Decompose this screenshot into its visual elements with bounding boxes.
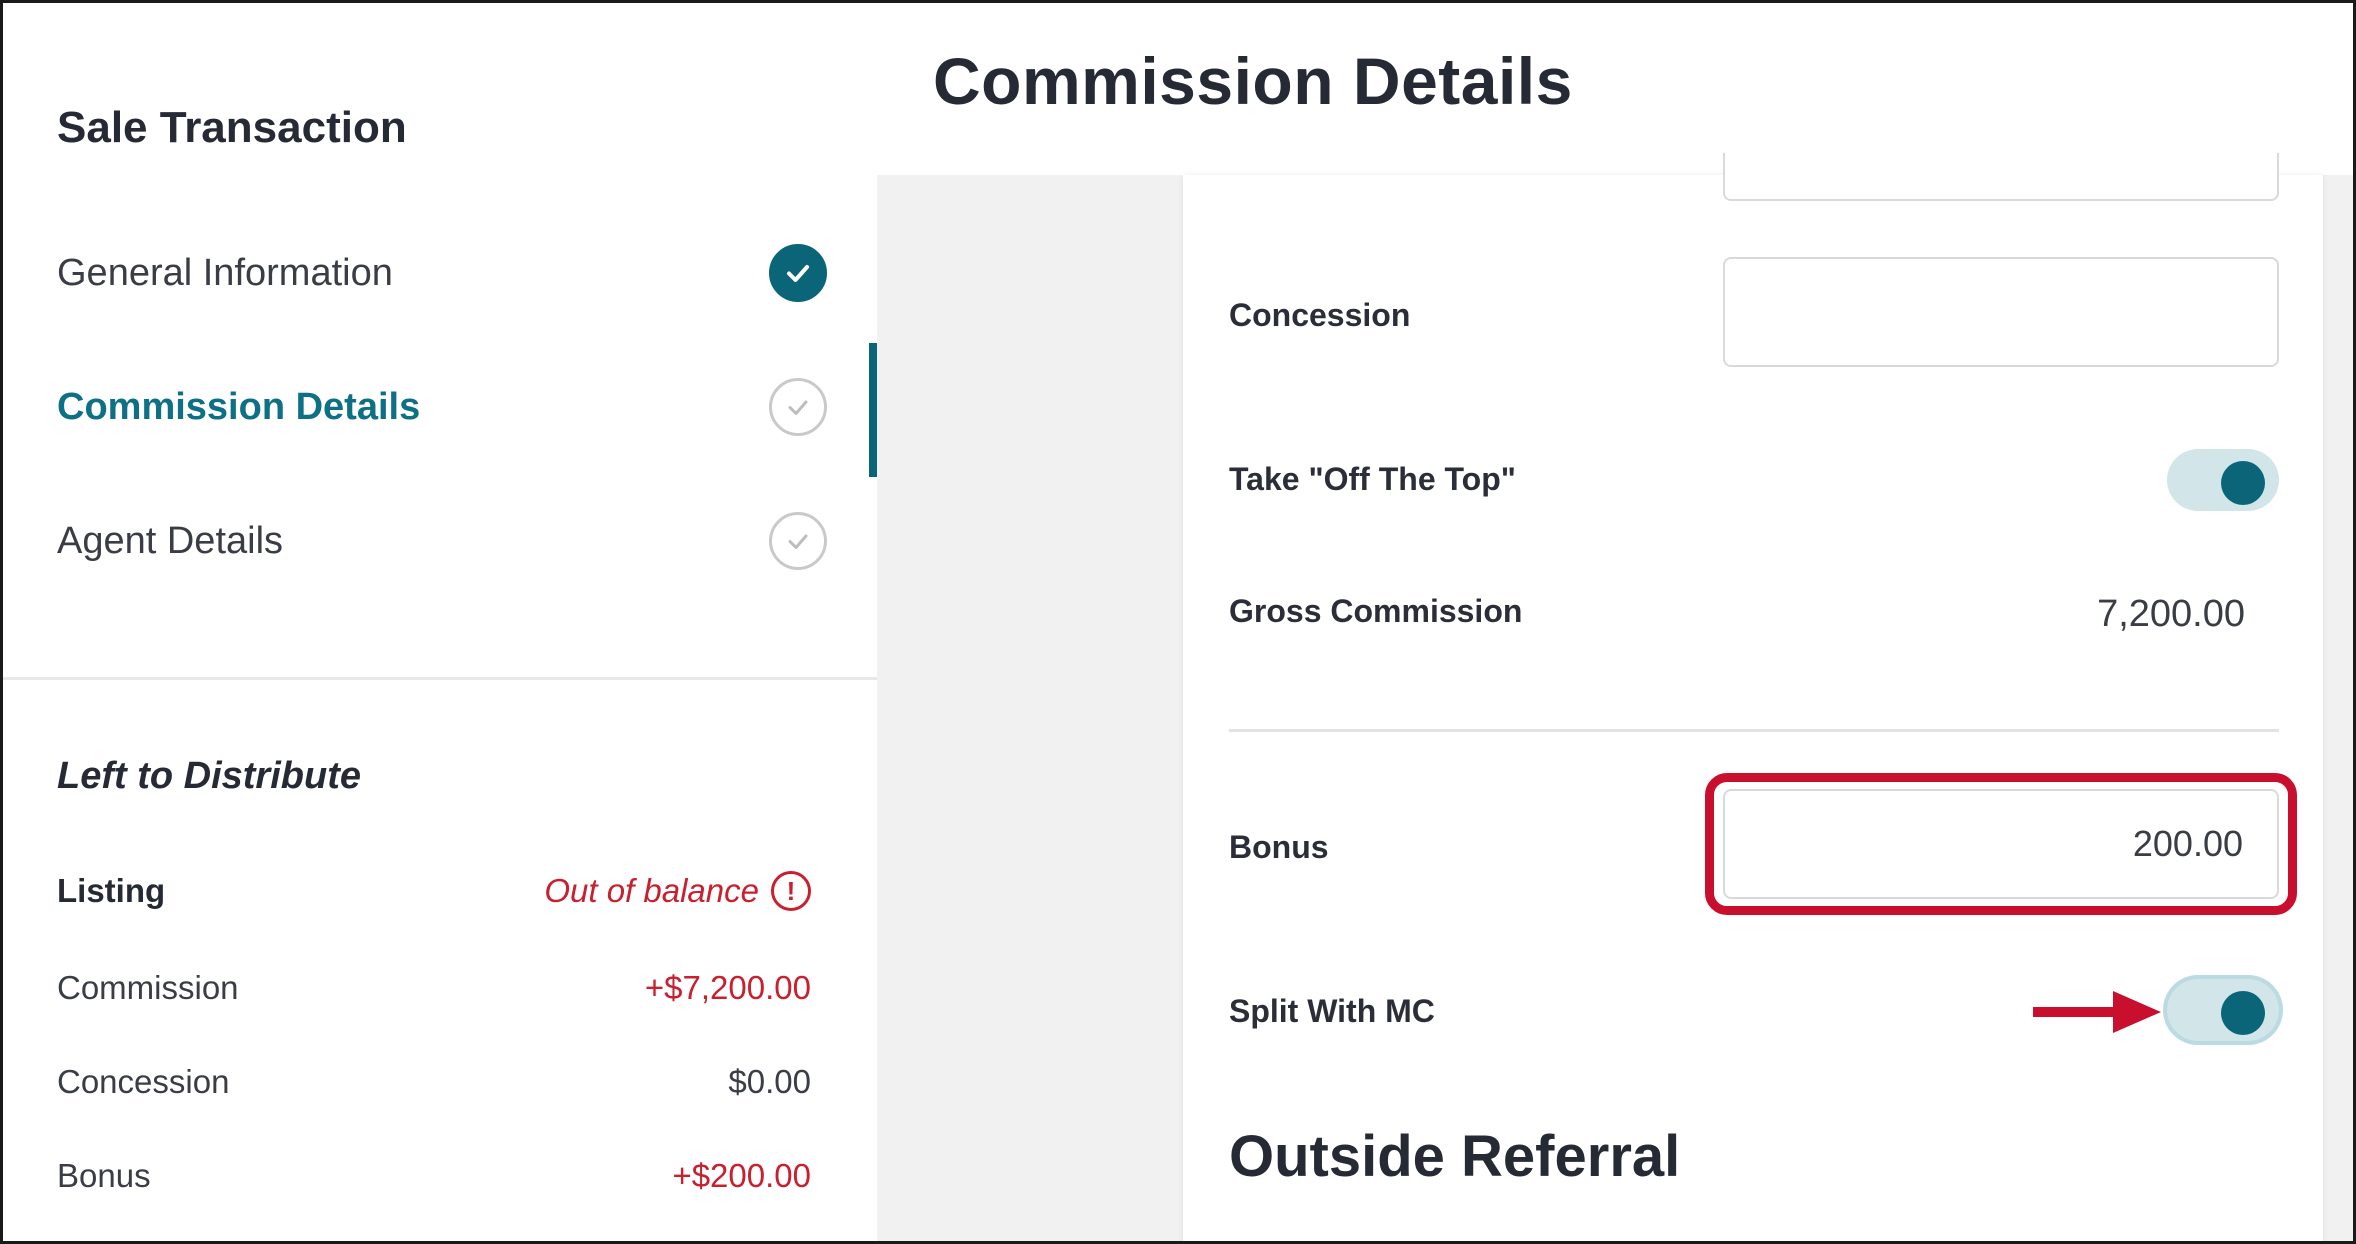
left-to-distribute-title: Left to Distribute [57, 755, 361, 797]
balance-value: +$200.00 [672, 1157, 811, 1194]
page-title: Commission Details [933, 44, 1573, 118]
balance-label: Commission [57, 969, 239, 1006]
balance-label: Bonus [57, 1157, 151, 1194]
arrow-annotation-icon [2033, 991, 2161, 1033]
sidebar-divider [3, 677, 877, 680]
active-step-indicator [869, 343, 877, 477]
balance-label: Concession [57, 1063, 230, 1100]
balance-row-commission: Commission +$7,200.00 [57, 969, 811, 1007]
sidebar-step-commission-details[interactable]: Commission Details [57, 367, 827, 447]
balance-row-concession: Concession $0.00 [57, 1063, 811, 1101]
toggle-knob [2221, 461, 2265, 505]
alert-icon: ! [771, 871, 811, 911]
split-with-mc-toggle[interactable] [2167, 979, 2279, 1041]
previous-field-input[interactable] [1723, 153, 2279, 201]
listing-label: Listing [57, 872, 166, 909]
step-label: Commission Details [57, 385, 421, 428]
bonus-highlight-annotation [1705, 773, 2297, 915]
sidebar-step-general-information[interactable]: General Information [57, 233, 827, 313]
listing-row: Listing Out of balance ! [57, 871, 811, 911]
outside-referral-heading: Outside Referral [1229, 1124, 1681, 1189]
bonus-label: Bonus [1229, 829, 1329, 865]
out-of-balance-text: Out of balance [544, 872, 759, 909]
balance-value: $0.00 [728, 1063, 811, 1100]
off-the-top-toggle[interactable] [2167, 449, 2279, 511]
check-complete-icon [769, 244, 827, 302]
check-pending-icon [769, 378, 827, 436]
gross-commission-label: Gross Commission [1229, 593, 1523, 629]
concession-input[interactable] [1723, 257, 2279, 367]
check-pending-icon [769, 512, 827, 570]
balance-row-bonus: Bonus +$200.00 [57, 1157, 811, 1195]
screenshot-frame: Commission Details Sale Transaction Gene… [0, 0, 2356, 1244]
step-label: General Information [57, 251, 393, 294]
card-divider [1229, 729, 2279, 732]
toggle-knob [2221, 991, 2265, 1035]
step-label: Agent Details [57, 519, 284, 562]
off-the-top-label: Take "Off The Top" [1229, 461, 1516, 497]
out-of-balance-status: Out of balance ! [544, 871, 811, 911]
concession-label: Concession [1229, 297, 1411, 333]
sidebar-step-agent-details[interactable]: Agent Details [57, 501, 827, 581]
gross-commission-value: 7,200.00 [2097, 593, 2245, 635]
section-title: Sale Transaction [57, 103, 407, 152]
split-with-mc-label: Split With MC [1229, 993, 1435, 1029]
balance-value: +$7,200.00 [644, 969, 811, 1006]
